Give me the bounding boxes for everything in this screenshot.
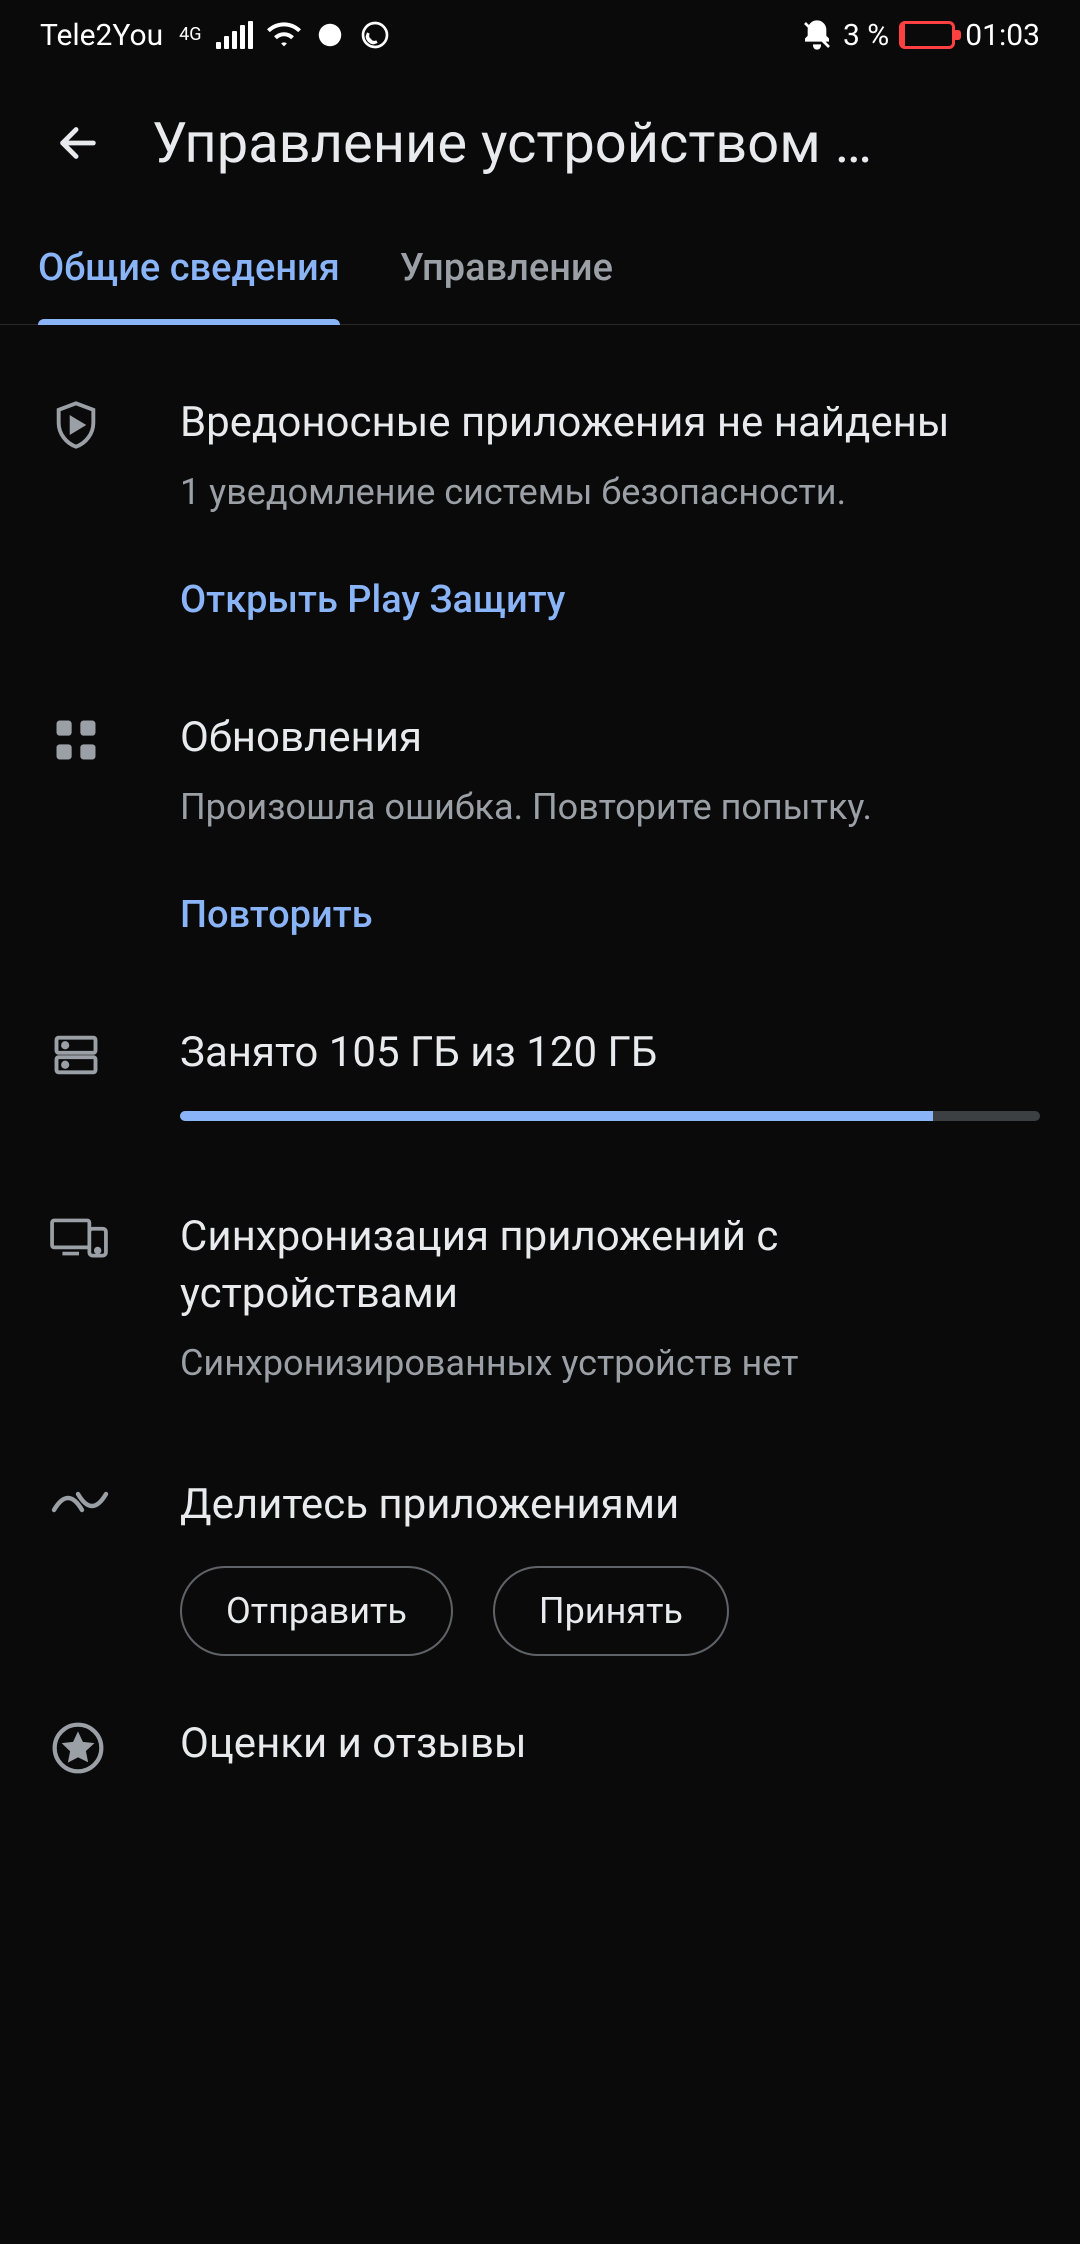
clock: 01:03 xyxy=(965,18,1040,53)
carrier-label: Tele2You xyxy=(40,18,163,53)
star-circle-icon xyxy=(50,1720,106,1776)
section-share: Делитесь приложениями Отправить Принять xyxy=(0,1477,1080,1656)
share-title: Делитесь приложениями xyxy=(180,1477,1040,1534)
sync-title: Синхронизация приложений с устройствами xyxy=(180,1209,1040,1322)
section-ratings[interactable]: Оценки и отзывы xyxy=(0,1716,1080,1787)
section-sync[interactable]: Синхронизация приложений с устройствами … xyxy=(0,1209,1080,1389)
signal-icon xyxy=(216,21,253,49)
page-title: Управление устройством … xyxy=(152,110,1040,176)
whatsapp-icon xyxy=(359,19,391,51)
notification-dot-icon xyxy=(315,20,345,50)
app-header: Управление устройством … xyxy=(0,70,1080,216)
protect-action-link[interactable]: Открыть Play Защиту xyxy=(180,578,565,622)
tab-overview[interactable]: Общие сведения xyxy=(38,216,340,324)
apps-grid-icon xyxy=(50,714,102,766)
wifi-icon xyxy=(267,18,301,52)
protect-title: Вредоносные приложения не найдены xyxy=(180,395,1040,452)
ratings-title: Оценки и отзывы xyxy=(180,1716,1040,1773)
receive-button[interactable]: Принять xyxy=(493,1566,729,1656)
tabs: Общие сведения Управление xyxy=(0,216,1080,325)
section-updates[interactable]: Обновления Произошла ошибка. Повторите п… xyxy=(0,710,1080,937)
storage-progress-fill xyxy=(180,1111,933,1121)
send-button[interactable]: Отправить xyxy=(180,1566,453,1656)
shield-play-icon xyxy=(50,399,102,451)
bell-mute-icon xyxy=(801,19,833,51)
updates-retry-link[interactable]: Повторить xyxy=(180,893,373,937)
section-play-protect[interactable]: Вредоносные приложения не найдены 1 увед… xyxy=(0,395,1080,622)
storage-icon xyxy=(50,1029,102,1081)
battery-icon xyxy=(899,21,955,49)
battery-percent: 3 % xyxy=(843,18,889,53)
storage-progress xyxy=(180,1111,1040,1121)
updates-subtitle: Произошла ошибка. Повторите попытку. xyxy=(180,781,1040,833)
arrow-left-icon xyxy=(55,120,101,166)
devices-icon xyxy=(50,1213,108,1261)
section-storage[interactable]: Занято 105 ГБ из 120 ГБ xyxy=(0,1025,1080,1122)
storage-title: Занято 105 ГБ из 120 ГБ xyxy=(180,1025,1040,1082)
protect-subtitle: 1 уведомление системы безопасности. xyxy=(180,466,1040,518)
sync-subtitle: Синхронизированных устройств нет xyxy=(180,1337,1040,1389)
updates-title: Обновления xyxy=(180,710,1040,767)
tab-manage[interactable]: Управление xyxy=(400,216,613,324)
status-bar: Tele2You 4G 3 % 01:03 xyxy=(0,0,1080,70)
back-button[interactable] xyxy=(50,115,106,171)
network-type: 4G xyxy=(179,26,201,44)
nearby-share-icon xyxy=(50,1481,110,1523)
